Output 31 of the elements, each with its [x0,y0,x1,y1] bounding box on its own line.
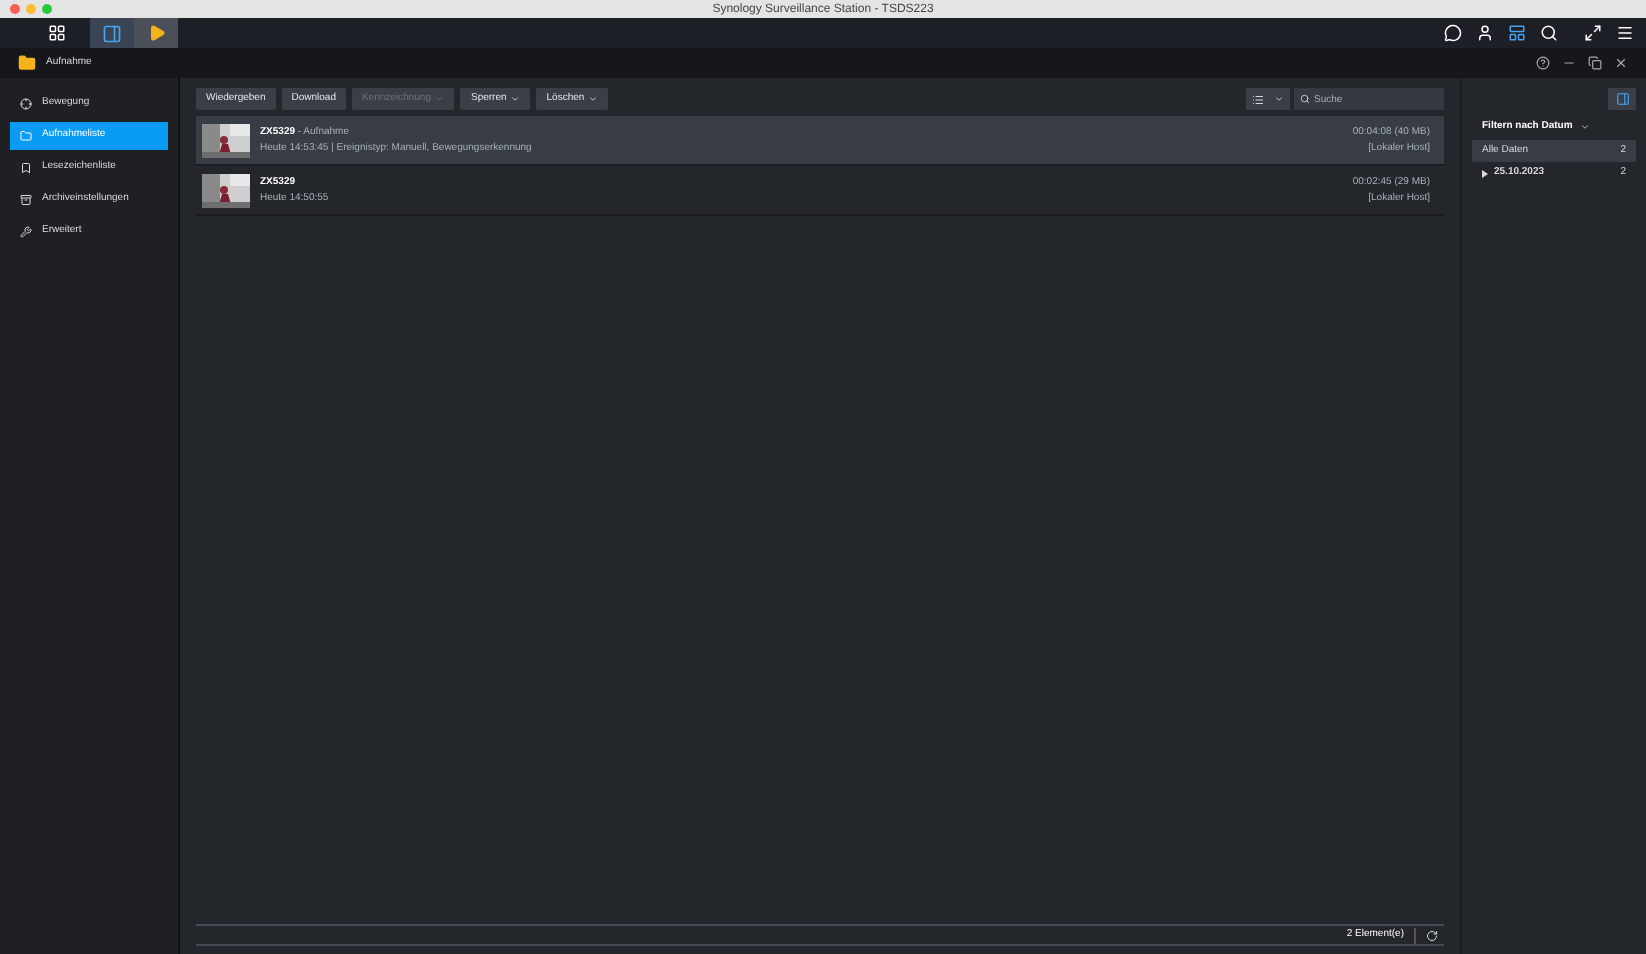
target-icon [20,98,32,110]
view-menu-button[interactable] [1246,88,1290,110]
panel-icon [1615,92,1629,106]
caret-icon [588,94,599,104]
expand-icon [1482,169,1488,177]
help-icon[interactable] [1536,56,1550,70]
archive-icon [20,194,32,206]
search-icon[interactable] [1540,24,1558,42]
refresh-icon[interactable] [1426,929,1438,941]
caret-icon [510,94,521,104]
layout-icon[interactable] [1508,24,1526,42]
app-grid-icon[interactable] [47,24,65,42]
caret-icon [1274,94,1285,104]
search-icon [1300,94,1310,104]
panel-toggle[interactable] [1608,88,1636,110]
caret-icon[interactable] [1580,122,1591,132]
monitor-icon[interactable] [102,23,122,43]
fullscreen-icon[interactable] [1584,24,1602,42]
bookmark-icon [20,162,32,174]
minimize-icon[interactable] [1562,56,1576,70]
user-icon[interactable] [1476,24,1494,42]
close-icon[interactable] [1614,56,1628,70]
list-icon [1251,93,1264,105]
menu-icon[interactable] [1616,24,1634,42]
wrench-icon [20,226,32,238]
restore-icon[interactable] [1588,56,1602,70]
chat-icon[interactable] [1444,24,1462,42]
folder-icon [20,130,32,142]
recording-app-icon[interactable] [147,24,165,42]
app-icon [18,54,36,72]
caret-icon [434,94,445,104]
